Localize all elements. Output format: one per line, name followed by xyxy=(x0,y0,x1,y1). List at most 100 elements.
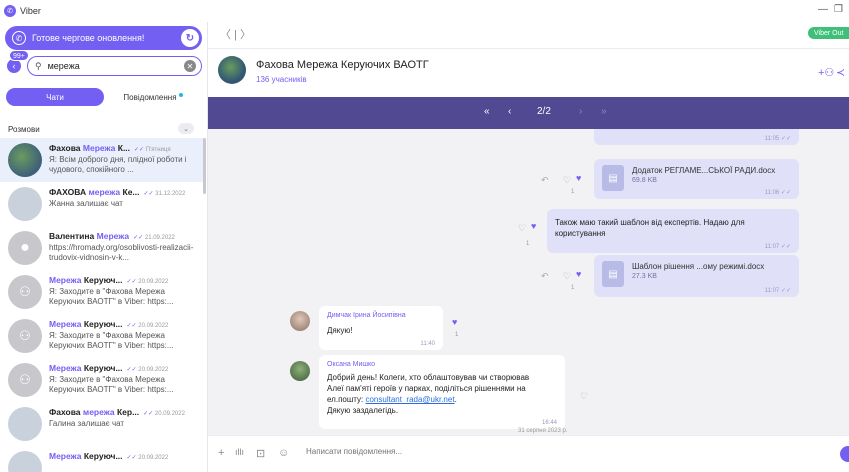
chat-avatar[interactable] xyxy=(218,56,246,84)
message-line: ел.пошту: consultant_rada@ukr.net. xyxy=(327,395,457,404)
heart-reaction-icon[interactable]: ♥ xyxy=(576,269,581,279)
message-time: 11:05 ✓✓ xyxy=(764,136,791,142)
plus-icon[interactable]: + xyxy=(218,447,224,459)
avatar xyxy=(8,143,42,177)
chat-list-item[interactable]: ⚇ Мережа Керуюч... ✓✓ 20.09.2022 Я: Заходит… xyxy=(0,314,203,358)
document-icon: ▤ xyxy=(602,165,624,191)
file-name[interactable]: Шаблон рішення ...ому режимі.docx xyxy=(632,262,764,271)
refresh-icon[interactable]: ↻ xyxy=(181,29,199,47)
search-input[interactable] xyxy=(47,61,168,71)
like-icon[interactable]: ♡ xyxy=(580,391,588,402)
chat-list-date: ✓✓ 20.09.2022 xyxy=(143,411,185,417)
group-avatar-icon: ⚇ xyxy=(8,319,42,353)
sender-avatar[interactable] xyxy=(290,311,310,331)
avatar xyxy=(8,187,42,221)
message-time: 11:40 xyxy=(420,341,435,347)
heart-reaction-icon[interactable]: ♥ xyxy=(531,221,536,231)
message-line: Дякую заздалегідь. xyxy=(327,406,399,415)
search-box[interactable]: ⚲ ✕ xyxy=(27,56,202,76)
message-input[interactable] xyxy=(306,447,606,456)
chat-members-count[interactable]: 136 учасників xyxy=(256,75,307,84)
date-separator: 31 серпня 2023 р. xyxy=(518,428,568,434)
file-message[interactable]: ▤ Шаблон рішення ...ому режимі.docx 27.3… xyxy=(594,255,799,297)
heart-reaction-icon[interactable]: ♥ xyxy=(576,173,581,183)
sidebar: ✆ Готове чергове оновлення! ↻ ‹ 99+ ⚲ ✕ … xyxy=(0,22,208,472)
clear-search-icon[interactable]: ✕ xyxy=(184,60,196,72)
chat-list-item[interactable]: ФАХОВА мережа Ке... ✓✓ 31.12.2022 Жанна за… xyxy=(0,182,203,226)
chat-list-date: ✓✓ 21.09.2022 xyxy=(133,235,175,241)
like-icon[interactable]: ♡ xyxy=(563,271,571,282)
message-time: 16:44 xyxy=(541,420,557,426)
chat-list-item[interactable]: Мережа Керуюч... ✓✓ 20.09.2022 xyxy=(0,446,203,472)
prev-result-button[interactable]: ‹ xyxy=(508,106,511,117)
chat-list-preview: Я: Всім доброго дня, плідної роботи і чу… xyxy=(49,155,187,174)
viber-out-button[interactable]: Viber Out xyxy=(808,27,849,39)
tab-chats[interactable]: Чати xyxy=(6,88,104,106)
notification-badge: 99+ xyxy=(9,50,29,61)
message-bubble-out[interactable]: Також маю такий шаблон від експертів. На… xyxy=(547,209,799,253)
sender-avatar[interactable] xyxy=(290,361,310,381)
reply-icon[interactable]: ↶ xyxy=(541,175,549,186)
chat-list-date: ✓✓ 20.09.2022 xyxy=(126,367,169,373)
message-bubble-in[interactable]: Димчак Ірина Йосипівна Дякую! 11:40 xyxy=(319,306,443,350)
nav-back-forward-icon[interactable]: 〈 | 〉 xyxy=(220,26,251,42)
like-icon[interactable]: ♡ xyxy=(518,223,526,234)
chat-list-preview: https://hromady.org/osoblivosti-realizac… xyxy=(49,243,194,262)
send-icon[interactable] xyxy=(840,446,849,462)
minimize-button[interactable]: — xyxy=(818,4,828,15)
chat-list-item[interactable]: ● Валентина Мережа ✓✓ 21.09.2022 https://hr… xyxy=(0,226,203,270)
update-banner[interactable]: ✆ Готове чергове оновлення! ↻ xyxy=(5,26,202,50)
first-result-button[interactable]: « xyxy=(484,106,490,117)
chat-list-item[interactable]: ⚇ Мережа Керуюч... ✓✓ 20.09.2022 Я: Заходит… xyxy=(0,358,203,402)
voice-message-icon[interactable]: ıllı xyxy=(235,447,244,457)
avatar: ● xyxy=(8,231,42,265)
next-result-button[interactable]: › xyxy=(579,106,582,117)
sender-name[interactable]: Димчак Ірина Йосипівна xyxy=(327,312,406,319)
file-size: 69.8 KB xyxy=(632,177,657,184)
email-link[interactable]: consultant_rada@ukr.net xyxy=(365,395,454,404)
sidebar-scrollbar[interactable] xyxy=(203,138,206,194)
avatar xyxy=(8,407,42,441)
add-member-icon[interactable]: +⚇ xyxy=(818,66,834,79)
update-banner-text: Готове чергове оновлення! xyxy=(32,33,145,43)
section-label: Розмови xyxy=(8,125,40,134)
chevron-down-icon[interactable]: ⌄ xyxy=(178,123,194,134)
heart-reaction-icon[interactable]: ♥ xyxy=(452,317,457,327)
chat-title[interactable]: Фахова Мережа Керуючих ВАОТГ xyxy=(256,59,429,71)
chat-list-title: Мережа Керуюч... xyxy=(49,363,123,373)
chat-list-title: Фахова мережа Кер... xyxy=(49,407,140,417)
tab-messages[interactable]: Повідомлення xyxy=(104,88,202,106)
messages-area: 11:05 ✓✓ ↶ ♡ ♥ 1 ▤ Додаток РЕГЛАМЕ...СЬК… xyxy=(208,129,849,435)
search-results-bar: « ‹ 2/2 › » xyxy=(208,97,849,129)
chat-list-item[interactable]: Фахова мережа Кер... ✓✓ 20.09.2022 Галина … xyxy=(0,402,203,446)
message-bubble-in[interactable]: Оксана Мишко Добрий день! Колеги, хто об… xyxy=(319,355,565,429)
reaction-count: 1 xyxy=(571,189,575,195)
avatar xyxy=(8,451,42,472)
gif-icon[interactable]: ⊡ xyxy=(256,447,265,460)
group-avatar-icon: ⚇ xyxy=(8,275,42,309)
last-result-button[interactable]: » xyxy=(601,106,607,117)
reaction-count: 1 xyxy=(455,332,459,338)
restore-button[interactable]: ❐ xyxy=(834,4,843,15)
chat-list-item[interactable]: ⚇ Мережа Керуюч... ✓✓ 20.09.2022 Я: Заходит… xyxy=(0,270,203,314)
file-name[interactable]: Додаток РЕГЛАМЕ...СЬКОЇ РАДИ.docx xyxy=(632,166,775,175)
result-position: 2/2 xyxy=(537,106,551,117)
app-name: Viber xyxy=(20,6,41,16)
tab-chats-label: Чати xyxy=(46,92,64,102)
message-time: 11:07 ✓✓ xyxy=(764,288,791,294)
chat-list-item[interactable]: Фахова Мережа К... ✓✓ П'ятниця Я: Всім доб… xyxy=(0,138,203,182)
search-icon: ⚲ xyxy=(35,60,42,71)
chat-list-title: Мережа Керуюч... xyxy=(49,451,123,461)
tabs: Чати Повідомлення xyxy=(6,88,202,106)
message-time: 11:07 ✓✓ xyxy=(764,244,791,250)
share-icon[interactable]: ≺ xyxy=(836,66,845,79)
sender-name[interactable]: Оксана Мишко xyxy=(327,361,375,368)
reaction-count: 1 xyxy=(571,285,575,291)
message-bubble-out[interactable]: 11:05 ✓✓ xyxy=(594,129,799,145)
divider xyxy=(208,48,849,49)
file-message[interactable]: ▤ Додаток РЕГЛАМЕ...СЬКОЇ РАДИ.docx 69.8… xyxy=(594,159,799,199)
sticker-icon[interactable]: ☺ xyxy=(278,447,289,459)
chat-list-date: ✓✓ 20.09.2022 xyxy=(126,279,169,285)
like-icon[interactable]: ♡ xyxy=(563,175,571,186)
reply-icon[interactable]: ↶ xyxy=(541,271,549,282)
